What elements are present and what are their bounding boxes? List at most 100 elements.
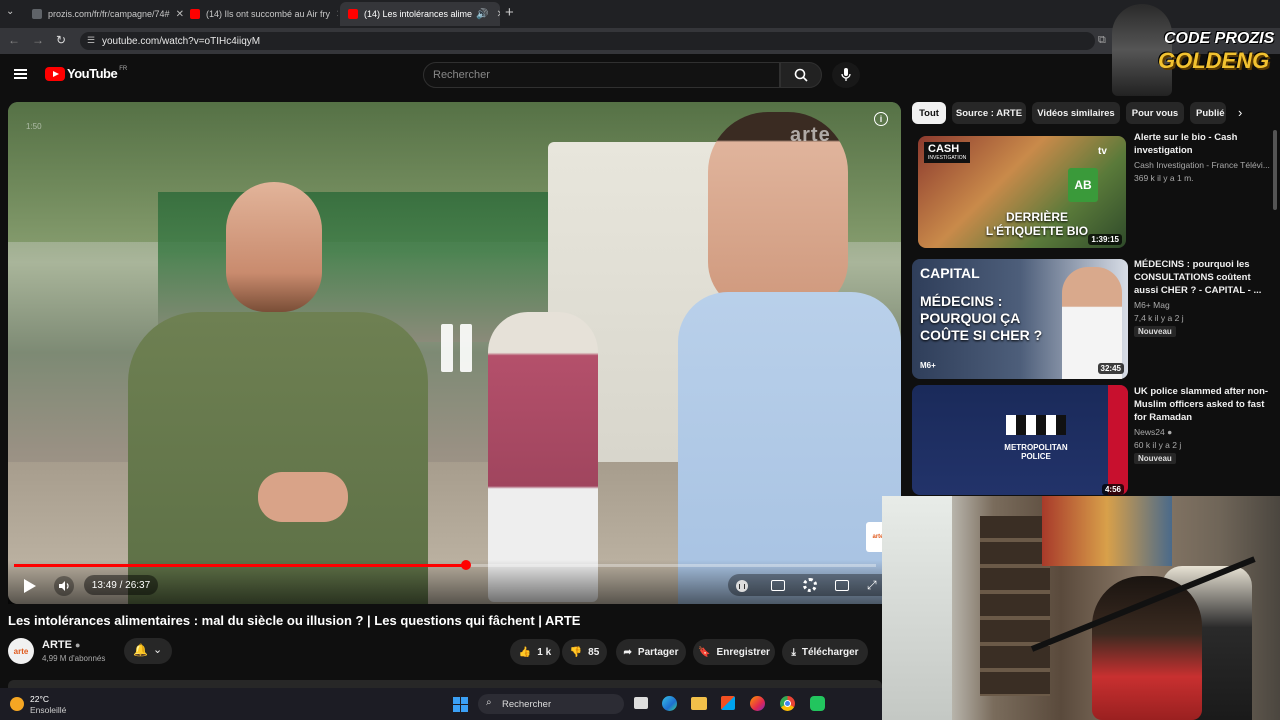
thumb-caption: DERRIÈRE L'ÉTIQUETTE BIO xyxy=(985,210,1089,238)
taskbar-search-text: Rechercher xyxy=(502,698,552,710)
recommendation-thumbnail[interactable]: METROPOLITAN POLICE 4:56 xyxy=(912,385,1128,495)
red-accent xyxy=(1108,385,1128,495)
edge-icon[interactable] xyxy=(662,696,677,711)
fullscreen-icon[interactable]: ⤢ xyxy=(867,578,877,593)
tab-prozis[interactable]: prozis.com/fr/fr/campagne/74# ✕ xyxy=(24,2,184,26)
like-count: 1 k xyxy=(537,646,552,658)
chevron-right-icon[interactable]: › xyxy=(1238,105,1242,120)
recommendation-thumbnail[interactable]: CASH INVESTIGATION tv AB DERRIÈRE L'ÉTIQ… xyxy=(918,136,1126,248)
reload-icon[interactable]: ↻ xyxy=(56,33,66,47)
back-icon[interactable]: ← xyxy=(8,33,20,47)
voice-search-button[interactable] xyxy=(832,62,860,88)
settings-gear-icon[interactable] xyxy=(803,578,817,592)
site-info-icon[interactable]: ☰ xyxy=(87,35,95,46)
recommendation-title[interactable]: UK police slammed after non-Muslim offic… xyxy=(1134,385,1274,424)
address-bar[interactable]: ☰ youtube.com/watch?v=oTIHc4iiqyM xyxy=(80,32,1095,50)
prozis-favicon-icon xyxy=(32,9,42,19)
channel-name[interactable]: ARTE ● xyxy=(42,639,80,651)
weather-sun-icon[interactable] xyxy=(10,697,24,711)
close-icon[interactable]: ✕ xyxy=(330,9,338,20)
tab-current-video[interactable]: (14) Les intolérances alime 🔊 ✕ xyxy=(340,2,500,26)
recommendation-thumbnail[interactable]: CAPITAL MÉDECINS : POURQUOI ÇA COÛTE SI … xyxy=(912,259,1128,379)
recommendation-channel[interactable]: News24 ● xyxy=(1134,426,1279,438)
tab-list-icon[interactable]: ⌄ xyxy=(6,6,14,17)
chip-similar-videos[interactable]: Vidéos similaires xyxy=(1032,102,1120,124)
tab-label: (14) Ils ont succombé au Air fry xyxy=(206,9,331,19)
share-icon: ➦ xyxy=(623,646,632,658)
temperature: 22°C xyxy=(30,694,49,704)
autoplay-toggle-icon[interactable] xyxy=(736,580,748,592)
recommendation-channel[interactable]: M6+ Mag xyxy=(1134,299,1279,311)
search-input[interactable]: Rechercher xyxy=(423,62,780,88)
chip-for-you[interactable]: Pour vous xyxy=(1126,102,1184,124)
sidebar-scrollbar[interactable] xyxy=(1273,130,1277,210)
recommendation-channel[interactable]: Cash Investigation - France Télévi... xyxy=(1134,159,1279,171)
download-button[interactable]: ⤓ Télécharger xyxy=(782,639,868,665)
install-app-icon[interactable]: ⧉ xyxy=(1098,34,1106,47)
time-text: 13:49 / 26:37 xyxy=(91,579,151,591)
thumb-brand-subtext: INVESTIGATION xyxy=(928,155,967,161)
chip-all[interactable]: Tout xyxy=(912,102,946,124)
recommendation-title[interactable]: MÉDECINS : pourquoi les CONSULTATIONS co… xyxy=(1134,258,1274,297)
speaker-icon[interactable]: 🔊 xyxy=(472,9,488,20)
download-label: Télécharger xyxy=(801,646,859,658)
new-tab-icon[interactable]: + xyxy=(505,4,514,21)
scene-bystander xyxy=(488,312,598,602)
channel-text: News24 xyxy=(1134,427,1165,437)
forward-icon[interactable]: → xyxy=(32,33,44,47)
corner-timecode: 1:50 xyxy=(26,122,42,131)
country-code: FR xyxy=(119,65,128,72)
dislike-button[interactable]: 👎 85 xyxy=(562,639,607,665)
youtube-logo[interactable]: YouTube FR xyxy=(45,66,127,81)
progress-played xyxy=(14,564,466,567)
volume-button[interactable] xyxy=(54,576,74,596)
store-icon[interactable] xyxy=(721,696,735,710)
pause-overlay-icon[interactable] xyxy=(438,324,474,376)
recommendation-stats: 7,4 k il y a 2 j xyxy=(1134,313,1184,323)
save-button[interactable]: 🔖 Enregistrer xyxy=(693,639,775,665)
logo-line-1: CODE PROZIS xyxy=(1164,30,1275,47)
share-label: Partager xyxy=(637,646,679,658)
bookmark-icon: 🔖 xyxy=(698,646,711,658)
file-explorer-icon[interactable] xyxy=(691,697,707,710)
recommendation-stats: 369 k il y a 1 m. xyxy=(1134,173,1194,183)
video-duration: 32:45 xyxy=(1097,363,1124,374)
app-icon[interactable] xyxy=(810,696,825,711)
taskbar-search[interactable]: ⌕ Rechercher xyxy=(478,694,624,714)
chrome-icon[interactable] xyxy=(780,696,795,711)
menu-icon[interactable] xyxy=(14,69,27,79)
chip-label: Publié xyxy=(1196,107,1225,119)
subtitles-icon[interactable] xyxy=(771,580,785,591)
scrubber-handle[interactable] xyxy=(461,560,471,570)
recommendation-title[interactable]: Alerte sur le bio - Cash investigation xyxy=(1134,131,1274,157)
channel-avatar[interactable]: arte xyxy=(8,638,34,664)
save-label: Enregistrer xyxy=(716,646,770,658)
task-view-icon[interactable] xyxy=(634,697,648,709)
like-button[interactable]: 👍 1 k xyxy=(510,639,560,665)
thumb-brand: CAPITAL xyxy=(920,265,980,281)
tab-air-fryer[interactable]: (14) Ils ont succombé au Air fry ✕ xyxy=(182,2,338,26)
verified-icon: ● xyxy=(75,640,81,650)
thumb-corner-text: tv xyxy=(1098,146,1107,157)
tab-label: (14) Les intolérances alime xyxy=(364,9,473,19)
logo-line-2: GOLDENG xyxy=(1158,48,1270,73)
close-icon[interactable]: ✕ xyxy=(493,9,500,20)
miniplayer-icon[interactable] xyxy=(835,580,849,591)
search-button[interactable] xyxy=(780,62,822,88)
notification-bell-button[interactable]: 🔔 ⌄ xyxy=(124,638,172,664)
download-icon: ⤓ xyxy=(791,646,796,658)
firefox-icon[interactable] xyxy=(750,696,765,711)
chip-label: Pour vous xyxy=(1131,107,1179,119)
play-button[interactable] xyxy=(24,579,36,593)
youtube-favicon-icon xyxy=(348,9,358,19)
windows-start-icon[interactable] xyxy=(453,697,468,712)
chip-published[interactable]: Publié xyxy=(1190,102,1226,124)
info-icon[interactable]: i xyxy=(874,112,888,126)
video-player[interactable]: arte 1:50 i arte xyxy=(8,102,901,604)
search-icon xyxy=(794,68,808,82)
description-box-edge[interactable] xyxy=(8,680,882,688)
play-logo-icon xyxy=(45,66,65,81)
share-button[interactable]: ➦ Partager xyxy=(616,639,686,665)
chip-source-arte[interactable]: Source : ARTE xyxy=(952,102,1026,124)
organic-label-logo: AB xyxy=(1068,168,1098,202)
